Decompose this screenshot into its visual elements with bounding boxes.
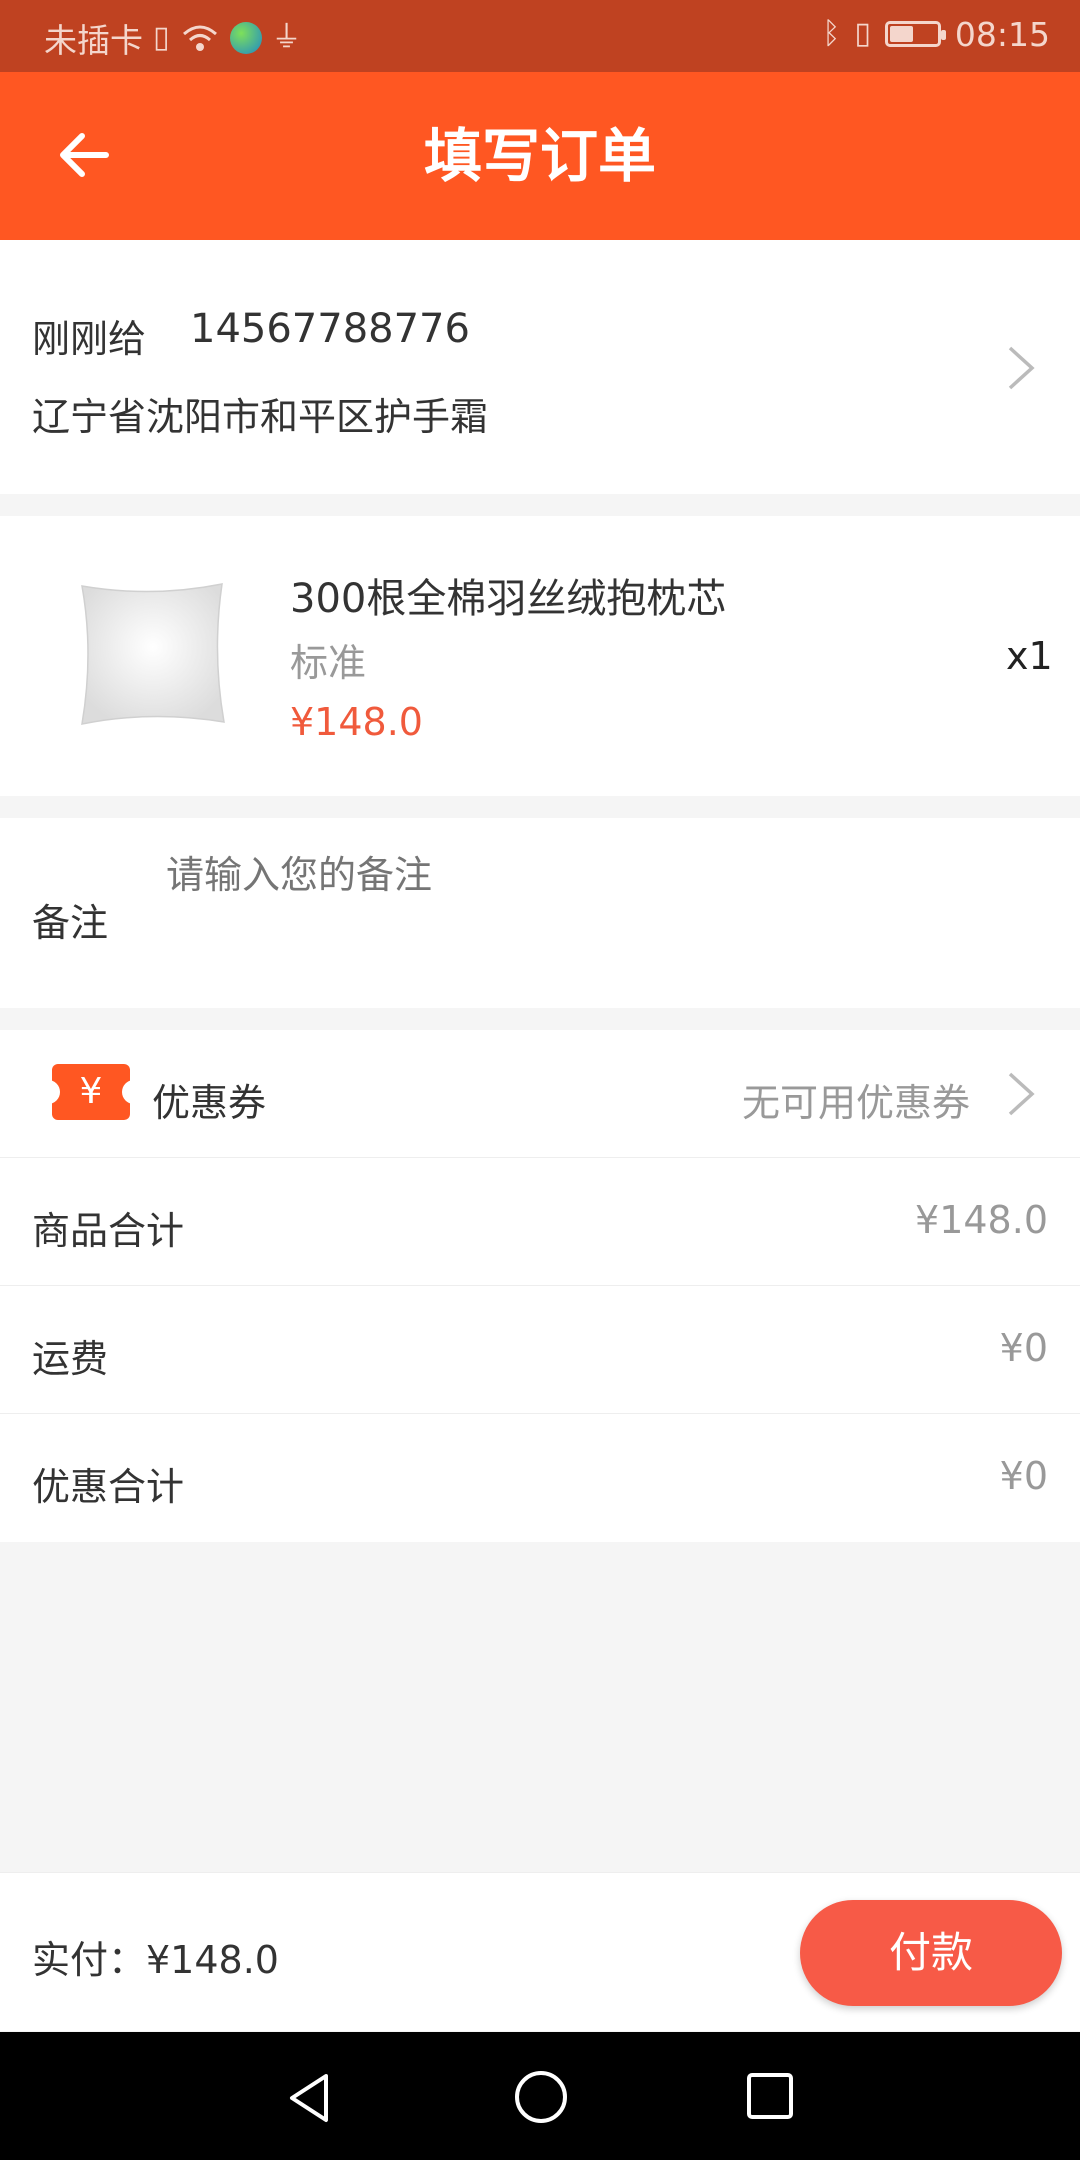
carrier-text: 未插卡: [44, 21, 143, 60]
clock-text: 08:15: [954, 14, 1050, 54]
product-spec: 标准: [290, 641, 367, 685]
address-card[interactable]: 刚刚给 14567788776 辽宁省沈阳市和平区护手霜: [0, 240, 1080, 494]
recents-square-icon[interactable]: [744, 2070, 796, 2122]
coupon-row[interactable]: ¥ 优惠券 无可用优惠券: [0, 1030, 1080, 1158]
wifi-icon: [182, 25, 217, 51]
summary-label: 运费: [32, 1337, 109, 1381]
battery-fill: [889, 26, 913, 42]
summary-label: 商品合计: [32, 1209, 185, 1253]
summary-row: 优惠合计 ¥0: [0, 1414, 1080, 1542]
sim-alert-icon: ▯: [153, 20, 170, 55]
chevron-right-icon: [1008, 346, 1035, 390]
status-left: 未插卡 ▯ ⏚: [44, 14, 302, 62]
page-title: 填写订单: [423, 122, 656, 190]
chevron-right-icon: [1008, 1072, 1035, 1116]
summary-value: ¥0: [999, 1454, 1048, 1498]
recipient-name: 刚刚给: [32, 317, 147, 361]
home-circle-icon[interactable]: [512, 2068, 570, 2126]
remark-input[interactable]: [166, 840, 1046, 910]
battery-icon: [884, 21, 946, 47]
globe-icon: [229, 22, 262, 54]
product-price: ¥148.0: [290, 700, 423, 744]
product-name: 300根全棉羽丝绒抱枕芯: [290, 576, 727, 622]
remark-label: 备注: [32, 901, 109, 945]
pay-button[interactable]: 付款: [800, 1900, 1062, 2006]
coupon-value: 无可用优惠券: [741, 1081, 970, 1125]
status-bar: 未插卡 ▯ ⏚ ᛒ ▯ 08:15: [0, 0, 1080, 72]
summary-label: 优惠合计: [32, 1465, 185, 1509]
product-image: [81, 583, 225, 725]
remark-card: 备注: [0, 818, 1080, 1008]
summary-row: 运费 ¥0: [0, 1286, 1080, 1414]
address-detail: 辽宁省沈阳市和平区护手霜: [32, 395, 489, 439]
summary-row: 商品合计 ¥148.0: [0, 1158, 1080, 1286]
total-paid: 实付：¥148.0: [32, 1938, 279, 1982]
usb-icon: ⏚: [271, 20, 302, 55]
vibrate-icon: ▯: [854, 16, 871, 51]
bluetooth-icon: ᛒ: [822, 16, 841, 51]
coupon-icon: ¥: [52, 1064, 130, 1120]
summary-value: ¥0: [999, 1326, 1048, 1370]
product-card: 300根全棉羽丝绒抱枕芯 标准 ¥148.0 x1: [0, 516, 1080, 796]
coupon-label: 优惠券: [152, 1081, 267, 1125]
summary-value: ¥148.0: [915, 1198, 1048, 1242]
product-quantity: x1: [1006, 634, 1053, 678]
system-nav-bar: [0, 2032, 1080, 2160]
status-right: ᛒ ▯ 08:15: [822, 14, 1050, 54]
back-triangle-icon[interactable]: [282, 2070, 338, 2126]
recipient-phone: 14567788776: [190, 306, 470, 352]
